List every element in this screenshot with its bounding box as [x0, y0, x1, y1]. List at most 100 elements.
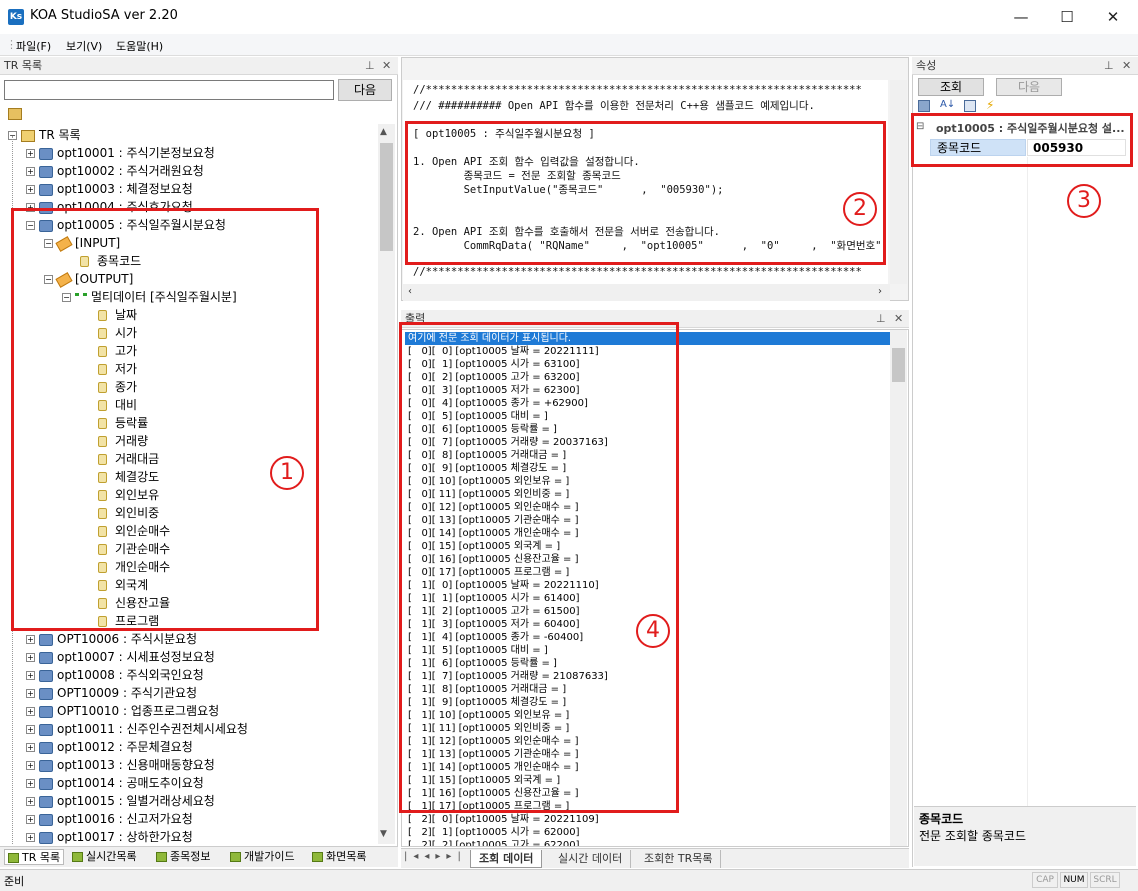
minimize-button[interactable]: —: [998, 0, 1044, 34]
tr-tree-scroll-thumb[interactable]: [380, 143, 393, 251]
expand-icon[interactable]: +: [26, 707, 35, 716]
output-scrollbar[interactable]: [890, 330, 907, 846]
tr-item-label: opt10012 : 주문체결요청: [57, 740, 193, 754]
tr-item[interactable]: + OPT10006 : 주식시분요청: [26, 630, 197, 648]
tr-item-label: OPT10010 : 업종프로그램요청: [57, 704, 220, 718]
tr-item[interactable]: + opt10008 : 주식외국인요청: [26, 666, 204, 684]
left-tab-1[interactable]: 실시간목록: [72, 849, 137, 865]
tab-nav-arrows-icon[interactable]: |◂◂▸▸|: [404, 851, 467, 862]
scroll-up-icon[interactable]: ▲: [380, 127, 387, 137]
left-tab-4[interactable]: 화면목록: [312, 849, 366, 865]
tr-item[interactable]: + opt10017 : 상하한가요청: [26, 828, 193, 844]
tr-item[interactable]: + opt10014 : 공매도추이요청: [26, 774, 204, 792]
annotation-box-1: [11, 208, 319, 631]
description-text: 전문 조회할 종목코드: [919, 829, 1026, 843]
expand-icon[interactable]: +: [26, 149, 35, 158]
pin-icon[interactable]: ⊥: [876, 312, 886, 325]
pin-icon[interactable]: ⊥: [365, 59, 375, 72]
tr-item[interactable]: + opt10002 : 주식거래원요청: [26, 162, 204, 180]
left-tab-3[interactable]: 개발가이드: [230, 849, 295, 865]
output-tab-2[interactable]: 조회한 TR목록: [636, 850, 722, 868]
tr-item-label: opt10016 : 신고저가요청: [57, 812, 193, 826]
code-scrollbar-h[interactable]: [403, 284, 890, 301]
tr-item[interactable]: + opt10015 : 일별거래상세요청: [26, 792, 215, 810]
code-line: //**************************************…: [413, 84, 862, 96]
tr-item-icon: [39, 687, 53, 700]
expand-icon[interactable]: +: [26, 725, 35, 734]
app-logo: Ks: [8, 9, 24, 25]
expand-icon[interactable]: +: [26, 779, 35, 788]
menu-file[interactable]: 파일(F): [16, 38, 51, 54]
expand-icon[interactable]: +: [26, 833, 35, 842]
tr-item[interactable]: + OPT10009 : 주식기관요청: [26, 684, 197, 702]
tr-item[interactable]: + opt10012 : 주문체결요청: [26, 738, 193, 756]
property-pages-icon[interactable]: [964, 100, 976, 112]
tr-search-next-button[interactable]: 다음: [338, 79, 392, 101]
output-scroll-thumb[interactable]: [892, 348, 905, 382]
expand-icon[interactable]: +: [26, 761, 35, 770]
root-folder-icon: [21, 129, 35, 142]
output-line[interactable]: [ 2][ 0] [opt10005 날짜 = 20221109]: [408, 813, 599, 826]
tr-item-label: opt10001 : 주식기본정보요청: [57, 146, 215, 160]
expand-icon[interactable]: +: [26, 815, 35, 824]
tr-item[interactable]: + opt10007 : 시세표성정보요청: [26, 648, 215, 666]
menu-help[interactable]: 도움말(H): [116, 38, 163, 54]
tree-root[interactable]: − TR 목록: [8, 126, 81, 144]
code-line: //**************************************…: [413, 266, 862, 278]
tr-item[interactable]: + opt10003 : 체결정보요청: [26, 180, 193, 198]
events-icon[interactable]: ⚡: [986, 98, 994, 112]
left-tab-label: 종목정보: [170, 850, 211, 863]
tr-item[interactable]: + OPT10010 : 업종프로그램요청: [26, 702, 219, 720]
tr-item[interactable]: + opt10016 : 신고저가요청: [26, 810, 193, 828]
expand-icon[interactable]: +: [26, 635, 35, 644]
sort-az-icon[interactable]: A↓: [940, 99, 955, 110]
output-line[interactable]: [ 2][ 2] [opt10005 고가 = 62200]: [408, 839, 580, 846]
scroll-down-icon[interactable]: ▼: [380, 829, 387, 839]
folder-icon[interactable]: [8, 108, 22, 120]
tr-item-icon: [39, 705, 53, 718]
expand-icon[interactable]: +: [26, 167, 35, 176]
status-bar: [0, 869, 1138, 891]
code-scrollbar-v[interactable]: [890, 80, 907, 284]
tr-item[interactable]: + opt10001 : 주식기본정보요청: [26, 144, 215, 162]
tab-icon: [230, 852, 241, 862]
status-text: 준비: [4, 875, 25, 888]
tr-item-icon: [39, 777, 53, 790]
close-button[interactable]: ✕: [1090, 0, 1136, 34]
annotation-label-2: 2: [843, 192, 877, 226]
expand-icon[interactable]: +: [26, 797, 35, 806]
tr-item-label: opt10015 : 일별거래상세요청: [57, 794, 215, 808]
scrl-indicator: SCRL: [1090, 872, 1120, 888]
query-button[interactable]: 조회: [918, 78, 984, 96]
left-tab-0[interactable]: TR 목록: [4, 849, 65, 865]
output-line[interactable]: [ 2][ 1] [opt10005 시가 = 62000]: [408, 826, 580, 839]
scroll-left-icon[interactable]: ‹: [408, 286, 412, 297]
pin-icon[interactable]: ⊥: [1104, 59, 1114, 72]
expand-icon[interactable]: +: [26, 185, 35, 194]
close-panel-icon[interactable]: ✕: [894, 312, 903, 325]
expand-icon[interactable]: +: [26, 689, 35, 698]
menu-view[interactable]: 보기(V): [66, 38, 102, 54]
annotation-label-3: 3: [1067, 184, 1101, 218]
output-tab-0[interactable]: 조회 데이터: [470, 850, 543, 868]
close-panel-icon[interactable]: ✕: [382, 59, 391, 72]
tree-root-label: TR 목록: [39, 128, 81, 142]
tr-search-input[interactable]: [4, 80, 334, 100]
output-tab-1[interactable]: 실시간 데이터: [550, 850, 632, 868]
left-tab-2[interactable]: 종목정보: [156, 849, 210, 865]
properties-panel: [912, 57, 1138, 867]
tr-item-icon: [39, 741, 53, 754]
tr-item[interactable]: + opt10011 : 신주인수권전체시세요청: [26, 720, 248, 738]
expand-icon[interactable]: +: [26, 743, 35, 752]
tab-icon: [156, 852, 167, 862]
maximize-button[interactable]: ☐: [1044, 0, 1090, 34]
close-panel-icon[interactable]: ✕: [1122, 59, 1131, 72]
left-tab-label: 개발가이드: [244, 850, 295, 863]
tr-item[interactable]: + opt10013 : 신용매매동향요청: [26, 756, 215, 774]
expand-icon[interactable]: +: [26, 671, 35, 680]
expand-icon[interactable]: +: [26, 653, 35, 662]
categorized-icon[interactable]: [918, 100, 930, 112]
annotation-label-1: 1: [270, 456, 304, 490]
next-button[interactable]: 다음: [996, 78, 1062, 96]
scroll-right-icon[interactable]: ›: [878, 286, 882, 297]
